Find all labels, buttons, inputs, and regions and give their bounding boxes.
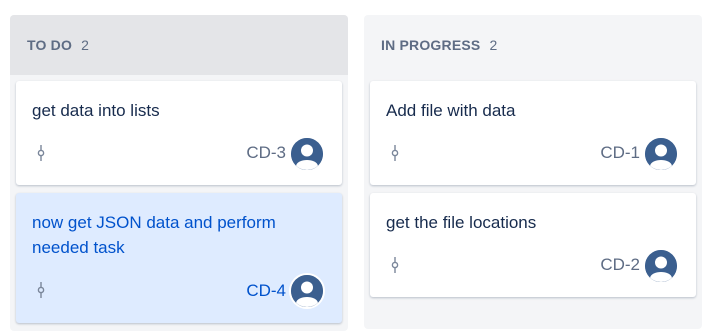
issue-card-cd-1[interactable]: Add file with data CD-1 (370, 81, 696, 185)
user-avatar-icon[interactable] (643, 248, 679, 284)
story-point-icon (37, 145, 45, 161)
issue-card-cd-4[interactable]: now get JSON data and perform needed tas… (16, 193, 342, 323)
column-in-progress: IN PROGRESS 2 Add file with data CD-1 ge… (364, 15, 702, 329)
card-summary: get data into lists (32, 101, 160, 120)
column-header-in-progress[interactable]: IN PROGRESS 2 (364, 15, 702, 75)
user-avatar-icon[interactable] (643, 136, 679, 172)
issue-card-cd-2[interactable]: get the file locations CD-2 (370, 193, 696, 297)
story-point-icon (391, 145, 399, 161)
column-issue-count: 2 (81, 37, 89, 53)
column-title: TO DO (27, 37, 73, 53)
issue-card-cd-3[interactable]: get data into lists CD-3 (16, 81, 342, 185)
card-summary: now get JSON data and perform needed tas… (32, 213, 276, 257)
column-title: IN PROGRESS (381, 37, 481, 53)
column-issue-count: 2 (489, 37, 498, 53)
issue-key[interactable]: CD-2 (600, 255, 640, 275)
story-point-icon (37, 282, 45, 298)
column-header-todo[interactable]: TO DO 2 (10, 15, 348, 75)
issue-key[interactable]: CD-1 (600, 143, 640, 163)
card-summary: get the file locations (386, 213, 537, 232)
kanban-board: TO DO 2 get data into lists CD-3 now get… (0, 0, 713, 333)
card-summary: Add file with data (386, 101, 516, 120)
user-avatar-icon[interactable] (289, 273, 325, 309)
column-todo: TO DO 2 get data into lists CD-3 now get… (10, 15, 348, 331)
issue-key[interactable]: CD-4 (246, 281, 286, 301)
story-point-icon (391, 257, 399, 273)
user-avatar-icon[interactable] (289, 136, 325, 172)
issue-key[interactable]: CD-3 (246, 143, 286, 163)
